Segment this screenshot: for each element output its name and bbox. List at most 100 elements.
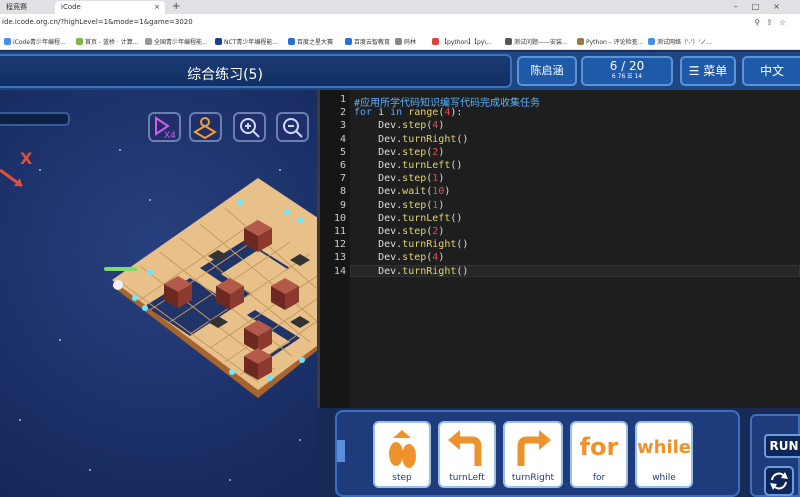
- scene-status-bar: [0, 112, 70, 126]
- bookmark-favicon-icon: [145, 38, 152, 45]
- line-number: 14: [333, 265, 346, 277]
- bookmark-favicon-icon: [4, 38, 11, 45]
- target-marker: X: [20, 149, 33, 168]
- code-line[interactable]: Dev.turnLeft(): [354, 160, 462, 171]
- player-robot: [113, 280, 123, 290]
- bookmark-favicon-icon: [76, 38, 83, 45]
- star-icon[interactable]: ☆: [779, 18, 792, 27]
- bookmark-favicon-icon: [432, 38, 439, 45]
- zoom-out-button[interactable]: [276, 112, 309, 142]
- line-number: 4: [339, 133, 346, 145]
- bookmark-label: NCT青少年编程能...: [224, 39, 279, 46]
- scene-canvas: X: [0, 149, 317, 481]
- line-number: 13: [333, 252, 346, 264]
- zoom-in-button[interactable]: [233, 112, 266, 142]
- bookmark-item[interactable]: 百度云智教育: [345, 37, 390, 46]
- run-button[interactable]: RUN: [764, 434, 800, 458]
- bookmark-item[interactable]: 全国青少年编程能...: [145, 37, 208, 46]
- reset-button[interactable]: [764, 466, 794, 496]
- window-controls[interactable]: –□×: [734, 0, 794, 13]
- line-number: 3: [339, 120, 346, 132]
- refresh-icon: [770, 472, 788, 490]
- toolbox-scroll-left[interactable]: [337, 440, 345, 462]
- block-while[interactable]: while while: [635, 421, 693, 488]
- code-line[interactable]: Dev.step(1): [354, 200, 444, 211]
- code-line[interactable]: Dev.wait(10): [354, 186, 450, 197]
- code-line[interactable]: Dev.turnLeft(): [354, 213, 462, 224]
- share-icon[interactable]: ⇪: [766, 18, 779, 27]
- map-button[interactable]: [189, 112, 222, 142]
- address-bar-icons[interactable]: ⚲⇪☆: [754, 18, 792, 27]
- svg-text:X4: X4: [164, 131, 176, 140]
- language-button[interactable]: 中文: [742, 56, 800, 86]
- tab-label: iCode: [61, 3, 81, 11]
- line-number: 11: [333, 226, 346, 237]
- code-line[interactable]: Dev.turnRight(): [354, 134, 468, 145]
- line-number: 5: [339, 146, 346, 158]
- line-number: 2: [339, 107, 346, 119]
- code-line[interactable]: Dev.step(4): [354, 120, 444, 131]
- bookmark-label: 全国青少年编程能...: [154, 39, 208, 46]
- code-line[interactable]: Dev.step(2): [354, 226, 444, 237]
- address-bar: ide.icode.org.cn/?highLevel=1&mode=1&gam…: [0, 14, 800, 34]
- bookmark-item[interactable]: 测试问题——安装...: [505, 37, 568, 46]
- bookmark-label: 【python】【py\...: [441, 39, 493, 46]
- bookmark-item[interactable]: 首页 - 蓝桥 · 计算...: [76, 37, 138, 46]
- user-name-button[interactable]: 陈启涵: [517, 56, 577, 86]
- bookmark-item[interactable]: 百度之星大赛: [288, 37, 333, 46]
- bookmark-label: 测试网络（'-'）'ノ...: [657, 39, 712, 46]
- block-turnleft[interactable]: turnLeft: [438, 421, 496, 488]
- bookmark-favicon-icon: [648, 38, 655, 45]
- page-title: 综合练习(5): [187, 67, 263, 83]
- block-label: for: [592, 473, 606, 483]
- bookmark-item[interactable]: 测试网络（'-'）'ノ...: [648, 37, 712, 46]
- turn-right-icon: [517, 430, 551, 466]
- menu-button[interactable]: ☰ 菜单: [680, 56, 736, 86]
- speed-icon: X4: [155, 116, 176, 140]
- close-tab-icon[interactable]: ×: [154, 1, 160, 14]
- run-panel: RUN: [750, 414, 800, 497]
- bookmark-item[interactable]: 【python】【py\...: [432, 37, 492, 46]
- code-line[interactable]: Dev.turnRight(): [354, 239, 468, 250]
- block-label: step: [392, 473, 412, 483]
- bookmark-label: 百度云智教育: [354, 39, 391, 46]
- block-toolbox: step turnLeft turnRight for for while wh…: [317, 408, 800, 497]
- bookmark-favicon-icon: [288, 38, 295, 45]
- line-number: 8: [339, 186, 346, 198]
- block-for[interactable]: for for: [570, 421, 628, 488]
- bookmark-label: 首页 - 蓝桥 · 计算...: [85, 39, 139, 46]
- bookmark-favicon-icon: [505, 38, 512, 45]
- line-number: 7: [339, 173, 346, 185]
- block-label: turnLeft: [449, 473, 485, 483]
- zoom-out-icon: [283, 118, 303, 138]
- line-number-gutter: 1 2 3 4 5 6 7 8 9 10 11 12 13 14: [320, 90, 350, 408]
- while-icon: while: [637, 437, 691, 458]
- code-line[interactable]: Dev.step(4): [354, 252, 444, 263]
- code-line[interactable]: Dev.step(2): [354, 147, 444, 158]
- code-line[interactable]: for i in range(4):: [354, 107, 462, 118]
- zoom-in-icon: [240, 118, 260, 138]
- bookmark-item[interactable]: iCode青少年编程...: [4, 37, 66, 46]
- bookmark-favicon-icon: [395, 38, 402, 45]
- bookmark-item[interactable]: 码林: [395, 37, 416, 46]
- turn-left-icon: [448, 430, 482, 466]
- line-number: 6: [339, 160, 346, 171]
- bookmark-item[interactable]: NCT青少年编程能...: [215, 37, 278, 46]
- browser-tab[interactable]: 程竞赛: [0, 1, 48, 14]
- block-step[interactable]: step: [373, 421, 431, 488]
- new-tab-button[interactable]: +: [172, 0, 180, 13]
- bookmark-item[interactable]: Python – 评论检查...: [577, 37, 643, 46]
- step-icon: [389, 430, 416, 468]
- level-progress[interactable]: 6 / 20 6 76 ☰ 14: [581, 56, 673, 86]
- speed-button[interactable]: X4: [148, 112, 181, 142]
- code-line[interactable]: Dev.turnRight(): [354, 266, 468, 277]
- code-editor[interactable]: 1 2 3 4 5 6 7 8 9 10 11 12 13 14 #应用所学代码知识编写代码完成收集任务 f…: [317, 90, 800, 408]
- code-line[interactable]: Dev.step(1): [354, 173, 444, 184]
- line-number: 9: [339, 199, 346, 211]
- bookmark-label: 测试问题——安装...: [514, 39, 568, 46]
- zoom-icon[interactable]: ⚲: [754, 18, 766, 27]
- url-field[interactable]: ide.icode.org.cn/?highLevel=1&mode=1&gam…: [2, 18, 193, 26]
- line-number: 10: [333, 212, 346, 224]
- browser-tab-active[interactable]: iCode ×: [55, 1, 165, 14]
- block-turnright[interactable]: turnRight: [503, 421, 563, 488]
